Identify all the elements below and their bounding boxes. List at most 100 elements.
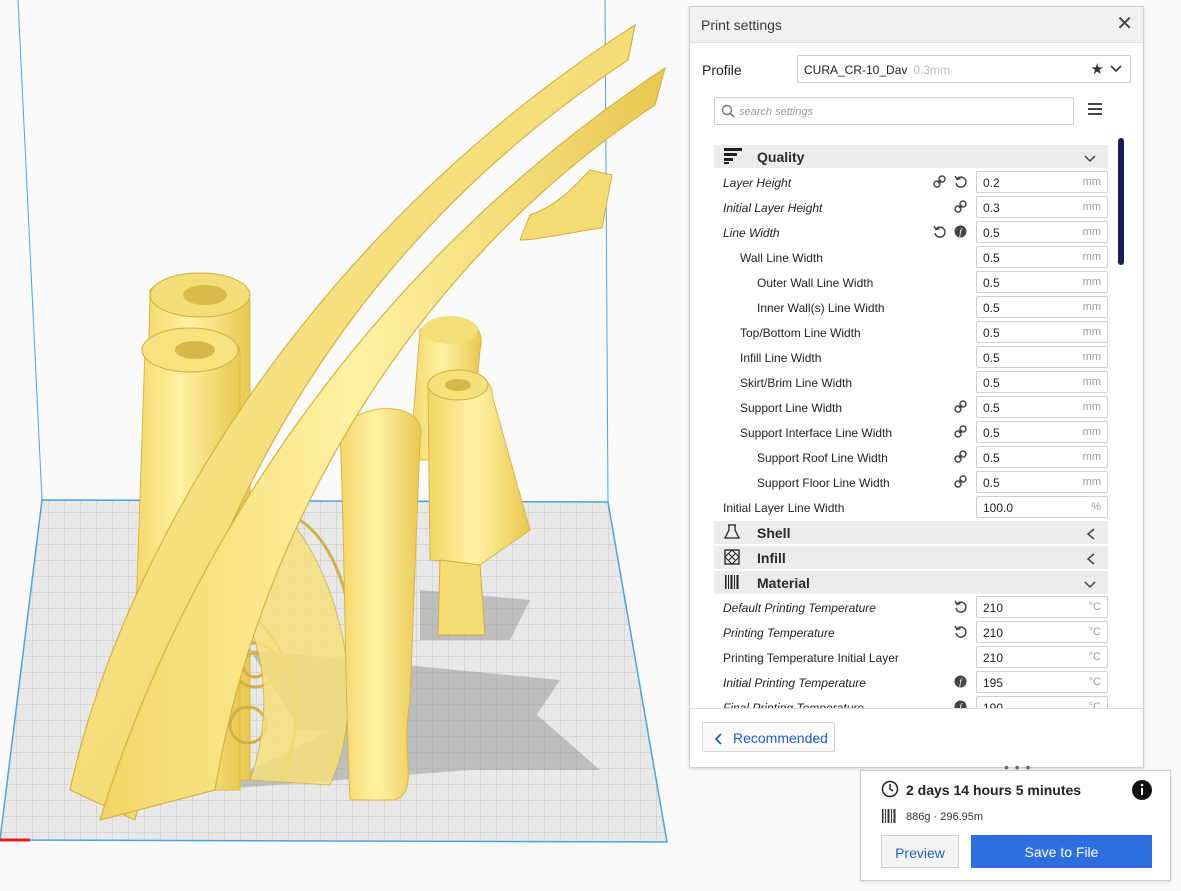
setting-value[interactable]: 195 <box>983 676 1003 690</box>
setting-value[interactable]: 100.0 <box>983 501 1013 515</box>
setting-value[interactable]: 0.5 <box>983 301 1000 315</box>
star-icon[interactable]: ★ <box>1091 60 1104 78</box>
setting-value-field[interactable]: 0.5 mm <box>976 371 1108 393</box>
setting-row: Initial Layer Line Width 100.0% <box>714 495 1108 520</box>
setting-value-field[interactable]: 0.5 mm <box>976 346 1108 368</box>
link-icon[interactable] <box>954 200 967 218</box>
function-icon[interactable]: f <box>954 225 967 243</box>
link-icon[interactable] <box>954 400 967 418</box>
setting-label: Skirt/Brim Line Width <box>740 376 853 390</box>
setting-label: Wall Line Width <box>740 251 823 265</box>
setting-value-field[interactable]: 195 °C <box>976 671 1108 693</box>
settings-list[interactable]: Quality Layer Height 0.2 mm Initial Layer He… <box>714 138 1109 708</box>
link-icon[interactable] <box>933 175 946 193</box>
drag-handle[interactable]: • • • <box>1004 759 1031 775</box>
setting-label: Printing Temperature <box>723 626 835 640</box>
link-icon[interactable] <box>954 475 967 493</box>
save-to-file-button[interactable]: Save to File <box>971 835 1152 868</box>
setting-unit: mm <box>1082 226 1101 238</box>
settings-menu-icon[interactable] <box>1088 102 1102 120</box>
reset-icon[interactable] <box>933 225 947 244</box>
setting-value-field[interactable]: 0.5 mm <box>976 396 1108 418</box>
category-label: Shell <box>757 525 791 541</box>
setting-unit: °C <box>1088 701 1101 708</box>
setting-value[interactable]: 0.5 <box>983 376 1000 390</box>
link-icon[interactable] <box>954 450 967 468</box>
setting-value[interactable]: 0.5 <box>983 351 1000 365</box>
save-label: Save to File <box>1024 844 1099 860</box>
setting-value-field[interactable]: 0.5 mm <box>976 221 1108 243</box>
search-icon <box>721 104 735 123</box>
preview-button[interactable]: Preview <box>881 835 959 868</box>
setting-row: Final Printing Temperature f 190 °C <box>714 695 1108 708</box>
setting-value[interactable]: 0.5 <box>983 326 1000 340</box>
setting-unit: mm <box>1082 451 1101 463</box>
close-icon[interactable]: ✕ <box>1116 13 1133 35</box>
setting-value[interactable]: 0.5 <box>983 226 1000 240</box>
info-icon[interactable] <box>1132 780 1152 805</box>
category-infill[interactable]: Infill <box>714 546 1108 569</box>
setting-label: Support Line Width <box>740 401 843 415</box>
recommended-button[interactable]: Recommended <box>702 722 835 752</box>
reset-icon[interactable] <box>954 175 968 194</box>
setting-value-field[interactable]: 0.2 mm <box>976 171 1108 193</box>
setting-value-field[interactable]: 0.5 mm <box>976 446 1108 468</box>
infill-icon <box>724 549 740 570</box>
setting-row: Printing Temperature Initial Layer 210 °C <box>714 645 1108 670</box>
search-settings <box>714 97 1074 125</box>
setting-value[interactable]: 210 <box>983 626 1003 640</box>
setting-value-field[interactable]: 210 °C <box>976 596 1108 618</box>
setting-value[interactable]: 210 <box>983 601 1003 615</box>
setting-label: Final Printing Temperature <box>723 701 864 708</box>
profile-label: Profile <box>702 62 742 78</box>
settings-scrollbar[interactable] <box>1118 138 1124 265</box>
setting-value-field[interactable]: 0.5 mm <box>976 271 1108 293</box>
setting-value-field[interactable]: 0.5 mm <box>976 471 1108 493</box>
print-time: 2 days 14 hours 5 minutes <box>906 782 1082 798</box>
setting-label: Support Floor Line Width <box>757 476 890 490</box>
setting-value-field[interactable]: 0.5 mm <box>976 246 1108 268</box>
setting-value[interactable]: 0.5 <box>983 451 1000 465</box>
category-shell[interactable]: Shell <box>714 521 1108 544</box>
quality-icon <box>724 148 742 169</box>
setting-value[interactable]: 0.5 <box>983 251 1000 265</box>
setting-value-field[interactable]: 0.3 mm <box>976 196 1108 218</box>
category-quality[interactable]: Quality <box>714 145 1108 168</box>
setting-value-field[interactable]: 0.5 mm <box>976 421 1108 443</box>
reset-icon[interactable] <box>954 625 968 644</box>
setting-value-field[interactable]: 190 °C <box>976 696 1108 708</box>
setting-value-field[interactable]: 210 °C <box>976 646 1108 668</box>
setting-value-field[interactable]: 0.5 mm <box>976 296 1108 318</box>
setting-value[interactable]: 0.5 <box>983 476 1000 490</box>
profile-dropdown[interactable]: CURA_CR-10_Dav 0.3mm ★ <box>797 55 1131 83</box>
setting-value[interactable]: 190 <box>983 701 1003 708</box>
setting-label: Support Roof Line Width <box>757 451 888 465</box>
chevron-left-icon <box>1086 527 1096 545</box>
setting-row: Skirt/Brim Line Width 0.5 mm <box>714 370 1108 395</box>
search-input[interactable] <box>737 102 1061 122</box>
setting-value[interactable]: 0.5 <box>983 401 1000 415</box>
setting-unit: mm <box>1082 276 1101 288</box>
category-material[interactable]: Material <box>714 571 1108 594</box>
material-usage: 886g · 296.95m <box>906 811 984 823</box>
setting-value[interactable]: 0.3 <box>983 201 1000 215</box>
setting-value[interactable]: 210 <box>983 651 1003 665</box>
setting-unit: °C <box>1088 651 1101 663</box>
function-icon[interactable]: f <box>954 675 967 693</box>
setting-value[interactable]: 0.5 <box>983 276 1000 290</box>
reset-icon[interactable] <box>954 600 968 619</box>
setting-row: Support Interface Line Width 0.5 mm <box>714 420 1108 445</box>
link-icon[interactable] <box>954 425 967 443</box>
setting-value[interactable]: 0.5 <box>983 426 1000 440</box>
panel-divider <box>690 708 1143 709</box>
panel-header: Print settings ✕ <box>690 7 1143 43</box>
setting-value[interactable]: 0.2 <box>983 176 1000 190</box>
setting-unit: mm <box>1082 251 1101 263</box>
setting-unit: °C <box>1088 601 1101 613</box>
setting-row: Support Roof Line Width 0.5 mm <box>714 445 1108 470</box>
setting-value-field[interactable]: 210 °C <box>976 621 1108 643</box>
function-icon[interactable]: f <box>954 700 967 708</box>
setting-label: Printing Temperature Initial Layer <box>723 651 899 665</box>
setting-value-field[interactable]: 0.5 mm <box>976 321 1108 343</box>
setting-value-field[interactable]: 100.0% <box>976 496 1108 518</box>
